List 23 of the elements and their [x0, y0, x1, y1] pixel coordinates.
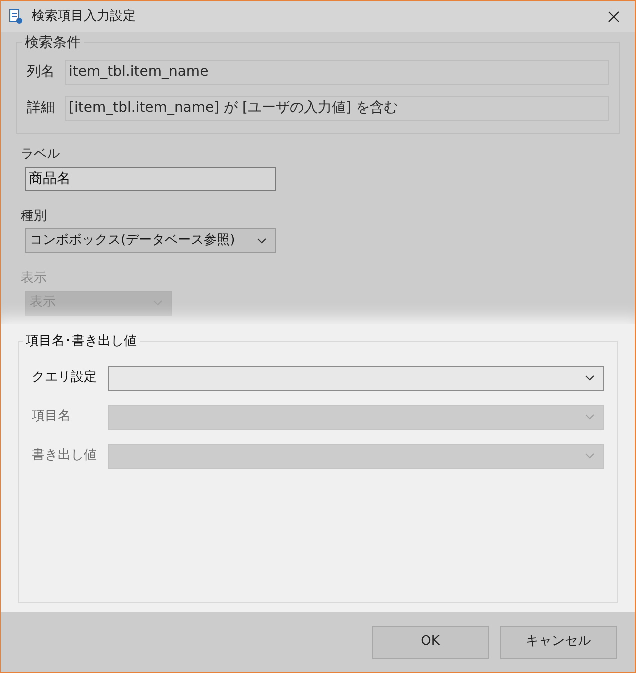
ok-button[interactable]: OK — [372, 626, 489, 658]
field-label: 表示 — [21, 270, 48, 288]
label-input-field[interactable]: 商品名 — [25, 166, 276, 190]
field-label: クエリ設定 — [32, 369, 98, 388]
chevron-down-icon — [153, 300, 163, 306]
read-only-field: item_tbl.item_name — [65, 60, 609, 85]
dropdown[interactable] — [108, 366, 604, 390]
cancel-button[interactable]: キャンセル — [500, 626, 617, 658]
window-title: 検索項目入力設定 — [32, 8, 136, 26]
field-label: 詳細 — [27, 99, 56, 118]
field-label: 項目名 — [32, 408, 72, 426]
chevron-down-icon — [257, 238, 267, 244]
read-only-field: [item_tbl.item_name] が [ユーザの入力値] を含む — [65, 96, 609, 121]
app-icon — [9, 8, 23, 24]
field-label: 列名 — [27, 63, 56, 82]
chevron-down-icon — [585, 414, 595, 420]
chevron-down-icon — [585, 453, 595, 459]
field-label: ラベル — [21, 146, 61, 164]
dropdown[interactable]: コンボボックス(データベース参照) — [25, 228, 276, 253]
field-label: 書き出し値 — [32, 447, 98, 466]
close-icon[interactable] — [608, 10, 620, 22]
field-label: 種別 — [21, 208, 48, 226]
chevron-down-icon — [585, 375, 595, 381]
